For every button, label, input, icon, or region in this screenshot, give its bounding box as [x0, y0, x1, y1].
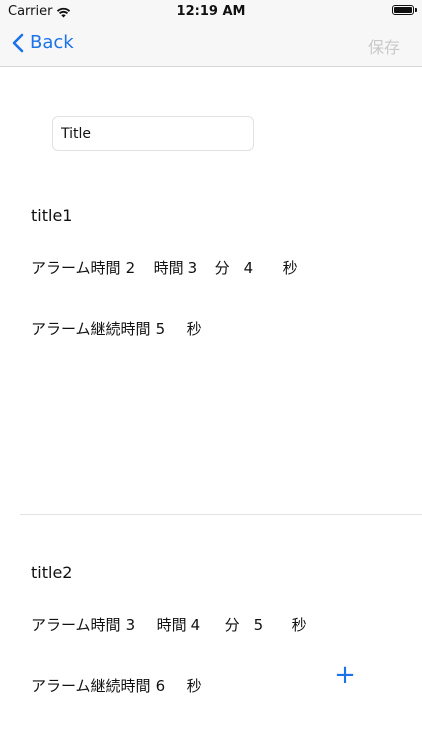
alarm-time-label: アラーム時間 [31, 616, 121, 634]
minutes-value[interactable]: 3 [188, 259, 215, 277]
hours-unit: 時間 [153, 259, 184, 277]
minutes-value[interactable]: 4 [191, 616, 225, 634]
duration-value[interactable]: 5 [156, 320, 187, 338]
alarm-duration-row-2: アラーム継続時間 6 秒 [31, 675, 202, 696]
save-button[interactable]: 保存 [368, 34, 400, 58]
battery-icon [392, 5, 417, 15]
alarm-time-row-2: アラーム時間 3 時間 4 分 5 秒 [31, 614, 307, 635]
title-input[interactable] [52, 116, 254, 151]
status-time: 12:19 AM [176, 4, 246, 19]
status-bar: Carrier 12:19 AM [0, 0, 422, 22]
duration-unit: 秒 [186, 320, 202, 338]
section-divider [20, 514, 422, 515]
seconds-value[interactable]: 5 [254, 616, 292, 634]
hours-value[interactable]: 2 [126, 259, 150, 277]
hours-unit: 時間 [156, 616, 187, 634]
minutes-unit: 分 [214, 259, 230, 277]
alarm-duration-label: アラーム継続時間 [31, 320, 151, 338]
alarm-time-row-1: アラーム時間 2 時間 3 分 4 秒 [31, 257, 298, 278]
back-label: Back [30, 32, 74, 53]
back-button[interactable]: Back [12, 32, 74, 53]
add-button[interactable]: + [334, 662, 356, 690]
seconds-unit: 秒 [282, 259, 298, 277]
seconds-unit: 秒 [291, 616, 307, 634]
navigation-bar: Back 保存 [0, 22, 422, 67]
section-title-2: title2 [31, 563, 73, 582]
alarm-duration-row-1: アラーム継続時間 5 秒 [31, 318, 202, 339]
seconds-value[interactable]: 4 [244, 259, 283, 277]
duration-unit: 秒 [186, 677, 202, 695]
section-title-1: title1 [31, 206, 73, 225]
hours-value[interactable]: 3 [126, 616, 157, 634]
alarm-duration-label: アラーム継続時間 [31, 677, 151, 695]
chevron-left-icon [12, 33, 24, 52]
duration-value[interactable]: 6 [156, 677, 187, 695]
alarm-time-label: アラーム時間 [31, 259, 121, 277]
minutes-unit: 分 [224, 616, 240, 634]
